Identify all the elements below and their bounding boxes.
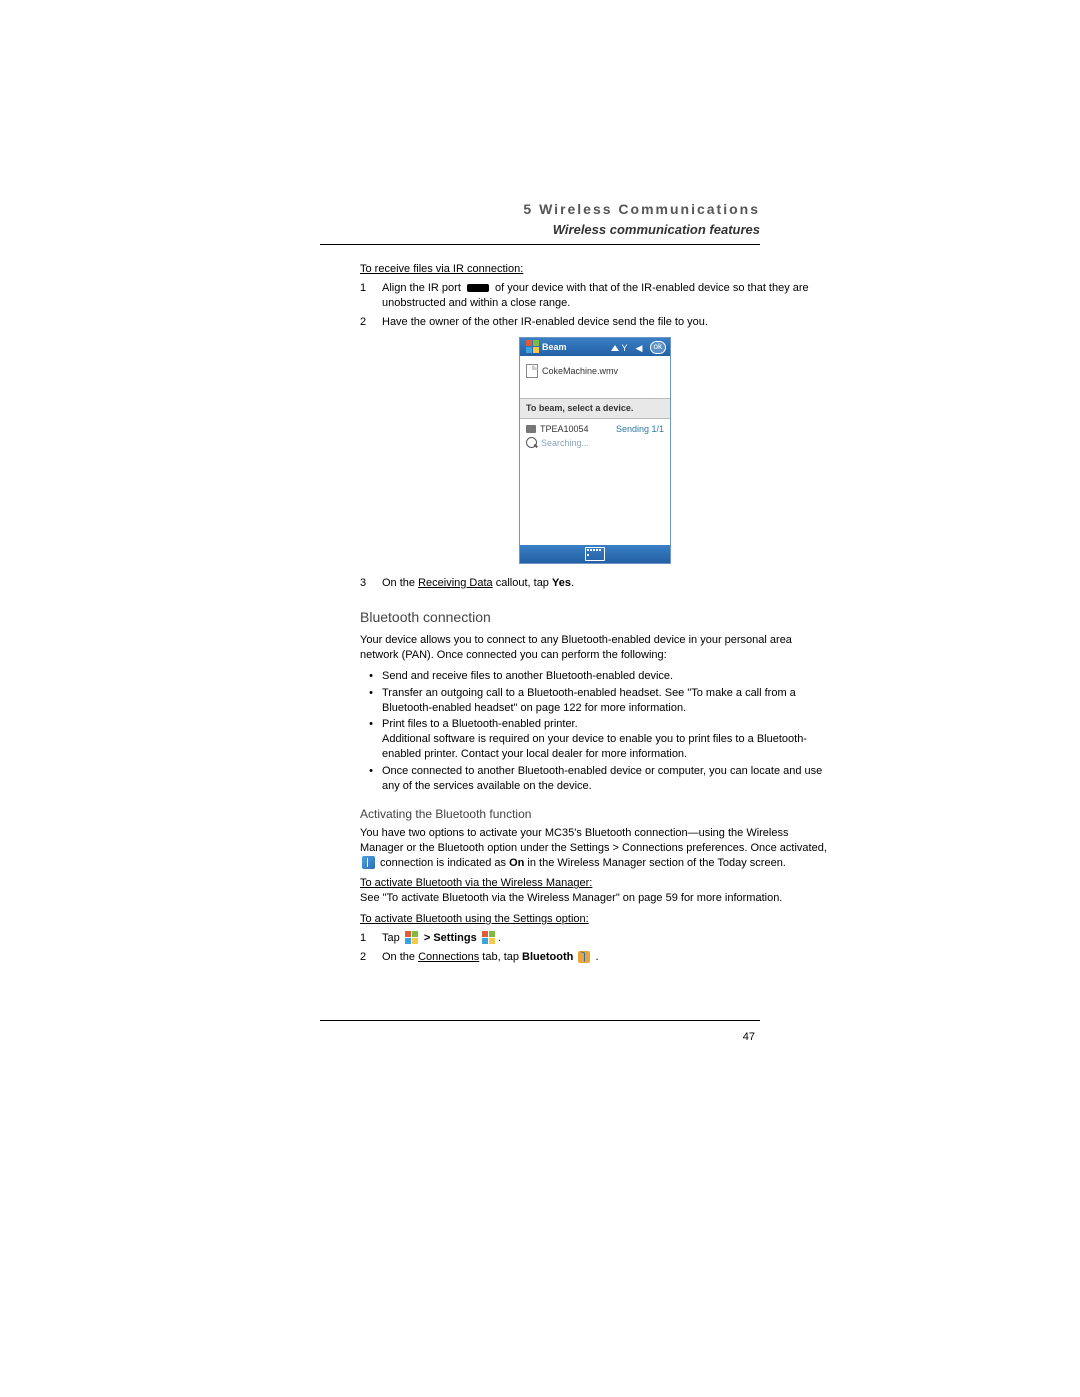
header-rule	[320, 244, 760, 245]
bold-yes: Yes	[552, 577, 571, 589]
bluetooth-icon	[362, 856, 375, 869]
section-via-wm: To activate Bluetooth via the Wireless M…	[360, 876, 830, 891]
text: .	[592, 951, 598, 963]
ok-button: ok	[650, 341, 666, 354]
screenshot-bottombar	[520, 545, 670, 563]
bullet-icon: •	[360, 764, 382, 794]
bullet-icon: •	[360, 669, 382, 684]
searching-text: Searching...	[541, 437, 664, 449]
page-number: 47	[743, 1030, 755, 1045]
beam-screenshot: Beam Y ◀ ok CokeMachine.wmv To beam, sel…	[519, 337, 671, 563]
screenshot-titlebar: Beam Y ◀ ok	[520, 338, 670, 356]
heading-bluetooth: Bluetooth connection	[360, 608, 830, 627]
antenna-icon: Y	[622, 342, 633, 353]
link-receiving-data: Receiving Data	[418, 577, 493, 589]
bold-bluetooth: Bluetooth	[522, 951, 573, 963]
text: tab, tap	[479, 951, 522, 963]
ir-steps: 1 Align the IR port of your device with …	[360, 281, 830, 330]
file-name: CokeMachine.wmv	[542, 365, 618, 377]
step-text: On the Connections tab, tap Bluetooth .	[382, 950, 830, 965]
via-wm-text: See "To activate Bluetooth via the Wirel…	[360, 891, 830, 906]
text: On the	[382, 577, 418, 589]
bullet-text: Send and receive files to another Blueto…	[382, 669, 830, 684]
ir-device-icon	[526, 425, 536, 433]
bullet-icon: •	[360, 717, 382, 762]
step-number: 2	[360, 315, 382, 330]
step-text: On the Receiving Data callout, tap Yes.	[382, 576, 830, 591]
chapter-title: 5 Wireless Communications	[320, 200, 760, 219]
step-number: 1	[360, 281, 382, 311]
settings-steps: 1 Tap > Settings . 2 On the Connections …	[360, 931, 830, 965]
bullet-text: Print files to a Bluetooth-enabled print…	[382, 717, 830, 762]
bold-settings: Settings	[433, 932, 476, 944]
bullet-text: Once connected to another Bluetooth-enab…	[382, 764, 830, 794]
bullet-note: Additional software is required on your …	[382, 733, 807, 760]
step-text: Have the owner of the other IR-enabled d…	[382, 315, 830, 330]
step-text: Align the IR port of your device with th…	[382, 281, 830, 311]
keyboard-icon	[585, 547, 605, 561]
bluetooth-intro: Your device allows you to connect to any…	[360, 633, 830, 663]
screenshot-title: Beam	[542, 341, 608, 353]
file-area: CokeMachine.wmv	[520, 356, 670, 398]
text: Tap	[382, 932, 403, 944]
text: You have two options to activate your MC…	[360, 827, 827, 854]
text: Align the IR port	[382, 282, 464, 294]
link-connections: Connections	[418, 951, 479, 963]
text: connection is indicated as	[377, 857, 509, 869]
volume-icon: ◀	[636, 342, 647, 353]
footer-rule	[320, 1020, 760, 1021]
bluetooth-small-icon	[578, 951, 590, 963]
instruction-bar: To beam, select a device.	[520, 398, 670, 418]
device-name: TPEA10054	[540, 423, 616, 435]
text: .	[498, 932, 501, 944]
step-text: Tap > Settings .	[382, 931, 830, 946]
bullet-icon: •	[360, 686, 382, 716]
text: .	[571, 577, 574, 589]
search-icon	[526, 437, 537, 448]
text: in the Wireless Manager section of the T…	[524, 857, 786, 869]
heading-activating: Activating the Bluetooth function	[360, 806, 830, 822]
bold-on: On	[509, 857, 524, 869]
device-status: Sending 1/1	[616, 423, 664, 435]
section-via-settings: To activate Bluetooth using the Settings…	[360, 912, 830, 927]
start-icon	[526, 340, 540, 354]
step-number: 3	[360, 576, 382, 591]
text	[477, 932, 480, 944]
step-number: 2	[360, 950, 382, 965]
device-list: TPEA10054 Sending 1/1 Searching...	[520, 419, 670, 545]
text: On the	[382, 951, 418, 963]
text	[573, 951, 576, 963]
section-ir-receive: To receive files via IR connection:	[360, 262, 830, 277]
activating-paragraph: You have two options to activate your MC…	[360, 826, 830, 871]
ir-port-icon	[467, 284, 489, 292]
start-icon	[405, 931, 419, 945]
ir-steps-cont: 3 On the Receiving Data callout, tap Yes…	[360, 576, 830, 591]
signal-icon	[611, 345, 619, 351]
chapter-subhead: Wireless communication features	[320, 221, 760, 239]
text: callout, tap	[493, 577, 552, 589]
bullet-text: Transfer an outgoing call to a Bluetooth…	[382, 686, 830, 716]
bluetooth-bullets: •Send and receive files to another Bluet…	[360, 669, 830, 794]
text: >	[421, 932, 434, 944]
step-number: 1	[360, 931, 382, 946]
settings-icon	[482, 931, 496, 945]
text: Print files to a Bluetooth-enabled print…	[382, 718, 578, 730]
document-icon	[526, 364, 538, 378]
